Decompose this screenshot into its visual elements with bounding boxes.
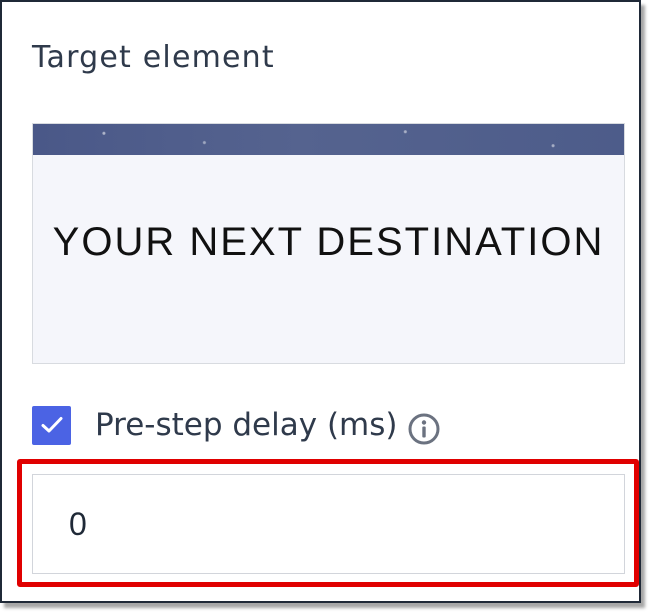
- pre-step-delay-input[interactable]: [32, 474, 625, 574]
- target-element-preview: YOUR NEXT DESTINATION: [32, 123, 625, 364]
- pre-step-delay-label: Pre-step delay (ms): [95, 407, 398, 443]
- info-circle-icon[interactable]: [407, 412, 441, 446]
- pre-step-delay-checkbox[interactable]: [32, 405, 71, 445]
- preview-banner-image: [33, 124, 624, 155]
- checkmark-icon: [41, 417, 62, 433]
- step-settings-panel: Target element YOUR NEXT DESTINATION Pre…: [0, 0, 641, 603]
- preview-text: YOUR NEXT DESTINATION: [52, 220, 605, 264]
- pre-step-delay-row: Pre-step delay (ms): [32, 400, 441, 450]
- target-element-heading: Target element: [32, 40, 275, 75]
